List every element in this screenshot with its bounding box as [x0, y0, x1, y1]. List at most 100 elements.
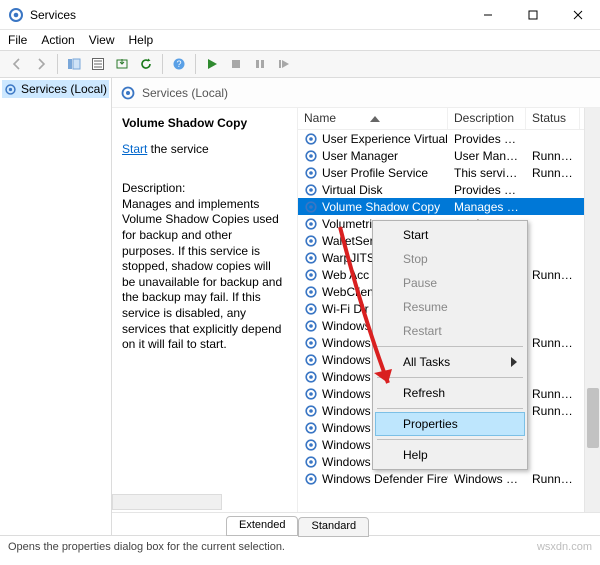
service-name: Wi-Fi Dir — [322, 302, 369, 316]
table-row[interactable]: User Experience Virtualizatio...Provides… — [298, 130, 600, 147]
context-separator — [377, 408, 523, 409]
start-service-button[interactable] — [201, 53, 223, 75]
context-item-refresh[interactable]: Refresh — [375, 381, 525, 405]
services-header-icon — [120, 85, 136, 101]
services-app-icon — [8, 7, 24, 23]
view-tabs: Extended Standard — [112, 512, 600, 536]
service-name: Windows — [322, 319, 371, 333]
forward-button[interactable] — [30, 53, 52, 75]
context-item-stop: Stop — [375, 247, 525, 271]
service-detail-pane: Volume Shadow Copy Start the service Des… — [112, 108, 298, 512]
service-status: Running — [526, 404, 580, 418]
status-bar: Opens the properties dialog box for the … — [0, 536, 600, 558]
toolbar-separator — [162, 54, 163, 74]
restart-service-button[interactable] — [273, 53, 295, 75]
maximize-button[interactable] — [510, 0, 555, 30]
service-icon — [304, 217, 318, 231]
menu-action[interactable]: Action — [41, 33, 74, 47]
table-row[interactable]: User Profile ServiceThis service ...Runn… — [298, 164, 600, 181]
detail-title: Volume Shadow Copy — [122, 116, 287, 132]
window-titlebar: Services — [0, 0, 600, 30]
services-node-icon — [4, 81, 17, 97]
service-name: WarpJITS — [322, 251, 375, 265]
service-name: WebClien — [322, 285, 374, 299]
service-icon — [304, 200, 318, 214]
context-item-start[interactable]: Start — [375, 223, 525, 247]
context-item-restart: Restart — [375, 319, 525, 343]
context-item-pause: Pause — [375, 271, 525, 295]
help-button[interactable]: ? — [168, 53, 190, 75]
close-button[interactable] — [555, 0, 600, 30]
minimize-button[interactable] — [465, 0, 510, 30]
refresh-button[interactable] — [135, 53, 157, 75]
context-item-resume: Resume — [375, 295, 525, 319]
service-desc: User Manag... — [448, 149, 526, 163]
service-icon — [304, 438, 318, 452]
properties-button[interactable] — [87, 53, 109, 75]
back-button[interactable] — [6, 53, 28, 75]
service-icon — [304, 268, 318, 282]
service-name: User Profile Service — [322, 166, 428, 180]
service-status: Running — [526, 149, 580, 163]
column-description[interactable]: Description — [448, 108, 526, 129]
toolbar-separator — [195, 54, 196, 74]
export-button[interactable] — [111, 53, 133, 75]
column-status[interactable]: Status — [526, 108, 580, 129]
tree-root-label: Services (Local) — [21, 82, 107, 96]
service-icon — [304, 319, 318, 333]
sort-indicator-icon — [370, 111, 380, 125]
service-name: Virtual Disk — [322, 183, 382, 197]
service-desc: Windows D... — [448, 472, 526, 486]
pause-service-button[interactable] — [249, 53, 271, 75]
tab-standard[interactable]: Standard — [298, 517, 369, 537]
context-item-all-tasks[interactable]: All Tasks — [375, 350, 525, 374]
tab-extended[interactable]: Extended — [226, 516, 298, 536]
menu-file[interactable]: File — [8, 33, 27, 47]
toolbar-separator — [57, 54, 58, 74]
hscroll-left[interactable] — [112, 494, 222, 510]
service-name: Web Acc — [322, 268, 369, 282]
table-row[interactable]: Volume Shadow CopyManages an... — [298, 198, 600, 215]
service-icon — [304, 251, 318, 265]
service-icon — [304, 149, 318, 163]
show-hide-tree-button[interactable] — [63, 53, 85, 75]
service-name: User Manager — [322, 149, 398, 163]
service-name: User Experience Virtualizatio... — [322, 132, 448, 146]
service-name: Windows — [322, 336, 371, 350]
toolbar: ? — [0, 50, 600, 78]
service-desc: Provides su... — [448, 132, 526, 146]
service-desc: Manages an... — [448, 200, 526, 214]
service-name: Volumetri — [322, 217, 372, 231]
chevron-right-icon — [511, 356, 517, 370]
tree-root-services[interactable]: Services (Local) — [2, 80, 109, 98]
service-icon — [304, 472, 318, 486]
service-name: WalletServ — [322, 234, 380, 248]
service-icon — [304, 370, 318, 384]
console-tree[interactable]: Services (Local) — [0, 78, 112, 535]
vertical-scrollbar[interactable] — [584, 108, 600, 512]
service-name: Windows — [322, 353, 371, 367]
scroll-thumb[interactable] — [587, 388, 599, 448]
service-status: Running — [526, 336, 580, 350]
start-link[interactable]: Start — [122, 142, 147, 156]
context-separator — [377, 346, 523, 347]
context-menu[interactable]: StartStopPauseResumeRestart All Tasks Refr… — [372, 220, 528, 470]
description-label: Description: — [122, 181, 287, 197]
service-icon — [304, 387, 318, 401]
context-item-properties[interactable]: Properties — [375, 412, 525, 436]
table-row[interactable]: User Manager User Manag...Running — [298, 147, 600, 164]
stop-service-button[interactable] — [225, 53, 247, 75]
menubar: File Action View Help — [0, 30, 600, 50]
menu-help[interactable]: Help — [129, 33, 154, 47]
service-name: Windows Defender Firewall — [322, 472, 448, 486]
description-text: Manages and implements Volume Shadow Cop… — [122, 197, 287, 353]
context-item-help[interactable]: Help — [375, 443, 525, 467]
table-row[interactable]: Virtual DiskProvides m... — [298, 181, 600, 198]
window-title: Services — [30, 8, 465, 22]
service-icon — [304, 285, 318, 299]
menu-view[interactable]: View — [89, 33, 115, 47]
detail-action-line: Start the service — [122, 142, 287, 158]
service-icon — [304, 404, 318, 418]
table-row[interactable]: Windows Defender FirewallWindows D...Run… — [298, 470, 600, 487]
service-name: Windows — [322, 370, 371, 384]
